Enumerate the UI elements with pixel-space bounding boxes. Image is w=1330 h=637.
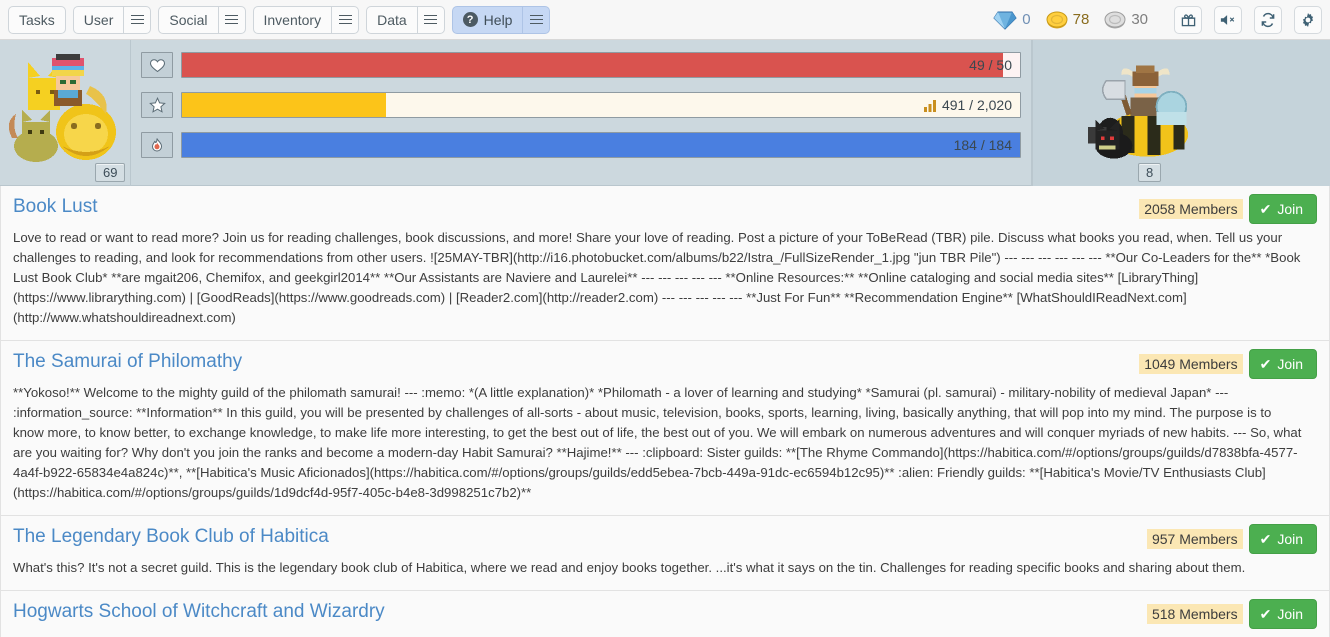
- heart-icon: [141, 52, 173, 78]
- experience-bar-row: 491 / 2,020: [141, 92, 1021, 118]
- featured-level-badge: 8: [1138, 163, 1162, 182]
- guild-actions: 518 Members ✔ Join: [1146, 599, 1317, 629]
- gold-coin-icon: [1046, 11, 1068, 28]
- flame-icon: [141, 132, 173, 158]
- help-circle-icon: ?: [462, 12, 478, 27]
- health-bar-row: 49 / 50: [141, 52, 1021, 78]
- check-icon: ✔: [1259, 606, 1272, 622]
- nav-item-social-label: Social: [169, 11, 208, 28]
- guild-title-link[interactable]: The Samurai of Philomathy: [13, 351, 242, 373]
- nav-item-tasks[interactable]: Tasks: [8, 5, 66, 34]
- experience-bar-label: 491 / 2,020: [923, 93, 1012, 117]
- hamburger-icon[interactable]: [331, 6, 358, 33]
- guild-title-link[interactable]: Hogwarts School of Witchcraft and Wizard…: [13, 601, 385, 623]
- mana-bar-label: 184 / 184: [953, 137, 1012, 153]
- join-button[interactable]: ✔ Join: [1248, 349, 1317, 379]
- gift-icon[interactable]: [1174, 5, 1202, 34]
- nav-item-data-label: Data: [377, 11, 407, 28]
- nav-item-inventory[interactable]: Inventory: [252, 5, 360, 34]
- member-count-badge: 518 Members: [1146, 604, 1243, 624]
- hamburger-icon[interactable]: [522, 6, 549, 33]
- guild-title-link[interactable]: Book Lust: [13, 196, 98, 218]
- player-avatar[interactable]: 69: [0, 40, 130, 186]
- top-navigation-bar: Tasks User Social Inventory Data ? Help: [0, 0, 1330, 40]
- experience-bar-track: 491 / 2,020: [181, 92, 1021, 118]
- silver-count: 30: [1131, 11, 1148, 28]
- guild-description: What's this? It's not a secret guild. Th…: [13, 560, 1246, 575]
- gold-count: 78: [1072, 11, 1090, 28]
- health-bar-label: 49 / 50: [969, 57, 1012, 73]
- nav-item-help[interactable]: ? Help: [451, 5, 551, 34]
- hamburger-icon[interactable]: [217, 6, 245, 33]
- guild-list-item: Book Lust Love to read or want to read m…: [0, 186, 1330, 341]
- featured-avatar[interactable]: 8: [1032, 40, 1330, 186]
- nav-item-social[interactable]: Social: [158, 5, 246, 34]
- nav-item-help-label: ? Help: [453, 7, 523, 33]
- guild-list: Book Lust Love to read or want to read m…: [0, 186, 1330, 637]
- guild-actions: 1049 Members ✔ Join: [1139, 349, 1317, 379]
- gem-icon: [993, 11, 1017, 30]
- stat-bars: 49 / 50 491 / 2,020 184 / 184: [130, 40, 1032, 186]
- health-bar-fill: [182, 53, 1004, 77]
- check-icon: ✔: [1259, 531, 1272, 547]
- guild-list-item: The Samurai of Philomathy **Yokoso!** We…: [0, 341, 1330, 516]
- nav-item-user-label: User: [83, 11, 114, 28]
- character-stats-panel: 69 49 / 50 491 / 2,020 184 / 184 8: [0, 40, 1330, 186]
- join-button-label: Join: [1277, 356, 1303, 372]
- sync-refresh-icon[interactable]: [1254, 5, 1282, 34]
- guild-actions: 957 Members ✔ Join: [1146, 524, 1317, 554]
- guild-actions: 2058 Members ✔ Join: [1139, 194, 1317, 224]
- mana-bar-row: 184 / 184: [141, 132, 1021, 158]
- experience-bar-fill: [182, 93, 386, 117]
- guild-description: **Yokoso!** Welcome to the mighty guild …: [13, 385, 1302, 500]
- silver-coin-icon: [1104, 11, 1126, 28]
- member-count-badge: 2058 Members: [1139, 199, 1243, 219]
- player-level-badge: 69: [95, 163, 126, 182]
- check-icon: ✔: [1259, 201, 1272, 217]
- member-count-badge: 1049 Members: [1139, 354, 1243, 374]
- nav-item-tasks-label: Tasks: [19, 11, 55, 28]
- check-icon: ✔: [1259, 356, 1272, 372]
- mana-bar-track: 184 / 184: [181, 132, 1021, 158]
- join-button-label: Join: [1277, 531, 1303, 547]
- bar-chart-icon: [923, 99, 936, 112]
- star-icon: [141, 92, 173, 118]
- guild-description: Love to read or want to read more? Join …: [13, 230, 1301, 325]
- nav-item-inventory-label: Inventory: [263, 11, 322, 28]
- join-button[interactable]: ✔ Join: [1248, 599, 1317, 629]
- join-button-label: Join: [1277, 606, 1303, 622]
- nav-item-user[interactable]: User: [72, 5, 152, 34]
- health-bar-track: 49 / 50: [181, 52, 1021, 78]
- guild-list-item: Hogwarts School of Witchcraft and Wizard…: [0, 591, 1330, 637]
- member-count-badge: 957 Members: [1146, 529, 1243, 549]
- featured-avatar-sprite: [1087, 65, 1189, 159]
- settings-gear-icon[interactable]: [1294, 5, 1322, 34]
- hamburger-icon[interactable]: [123, 6, 150, 33]
- guild-list-item: The Legendary Book Club of Habitica What…: [0, 516, 1330, 591]
- join-button[interactable]: ✔ Join: [1248, 194, 1317, 224]
- join-button[interactable]: ✔ Join: [1248, 524, 1317, 554]
- speaker-mute-icon[interactable]: [1214, 5, 1242, 34]
- nav-item-data[interactable]: Data: [366, 5, 445, 34]
- hamburger-icon[interactable]: [416, 6, 444, 33]
- player-avatar-sprite: [8, 54, 116, 162]
- join-button-label: Join: [1277, 201, 1303, 217]
- mana-bar-fill: [182, 133, 1020, 157]
- guild-title-link[interactable]: The Legendary Book Club of Habitica: [13, 526, 329, 548]
- gem-count: 0: [1022, 11, 1031, 28]
- currency-display: 0 78 30: [993, 10, 1158, 30]
